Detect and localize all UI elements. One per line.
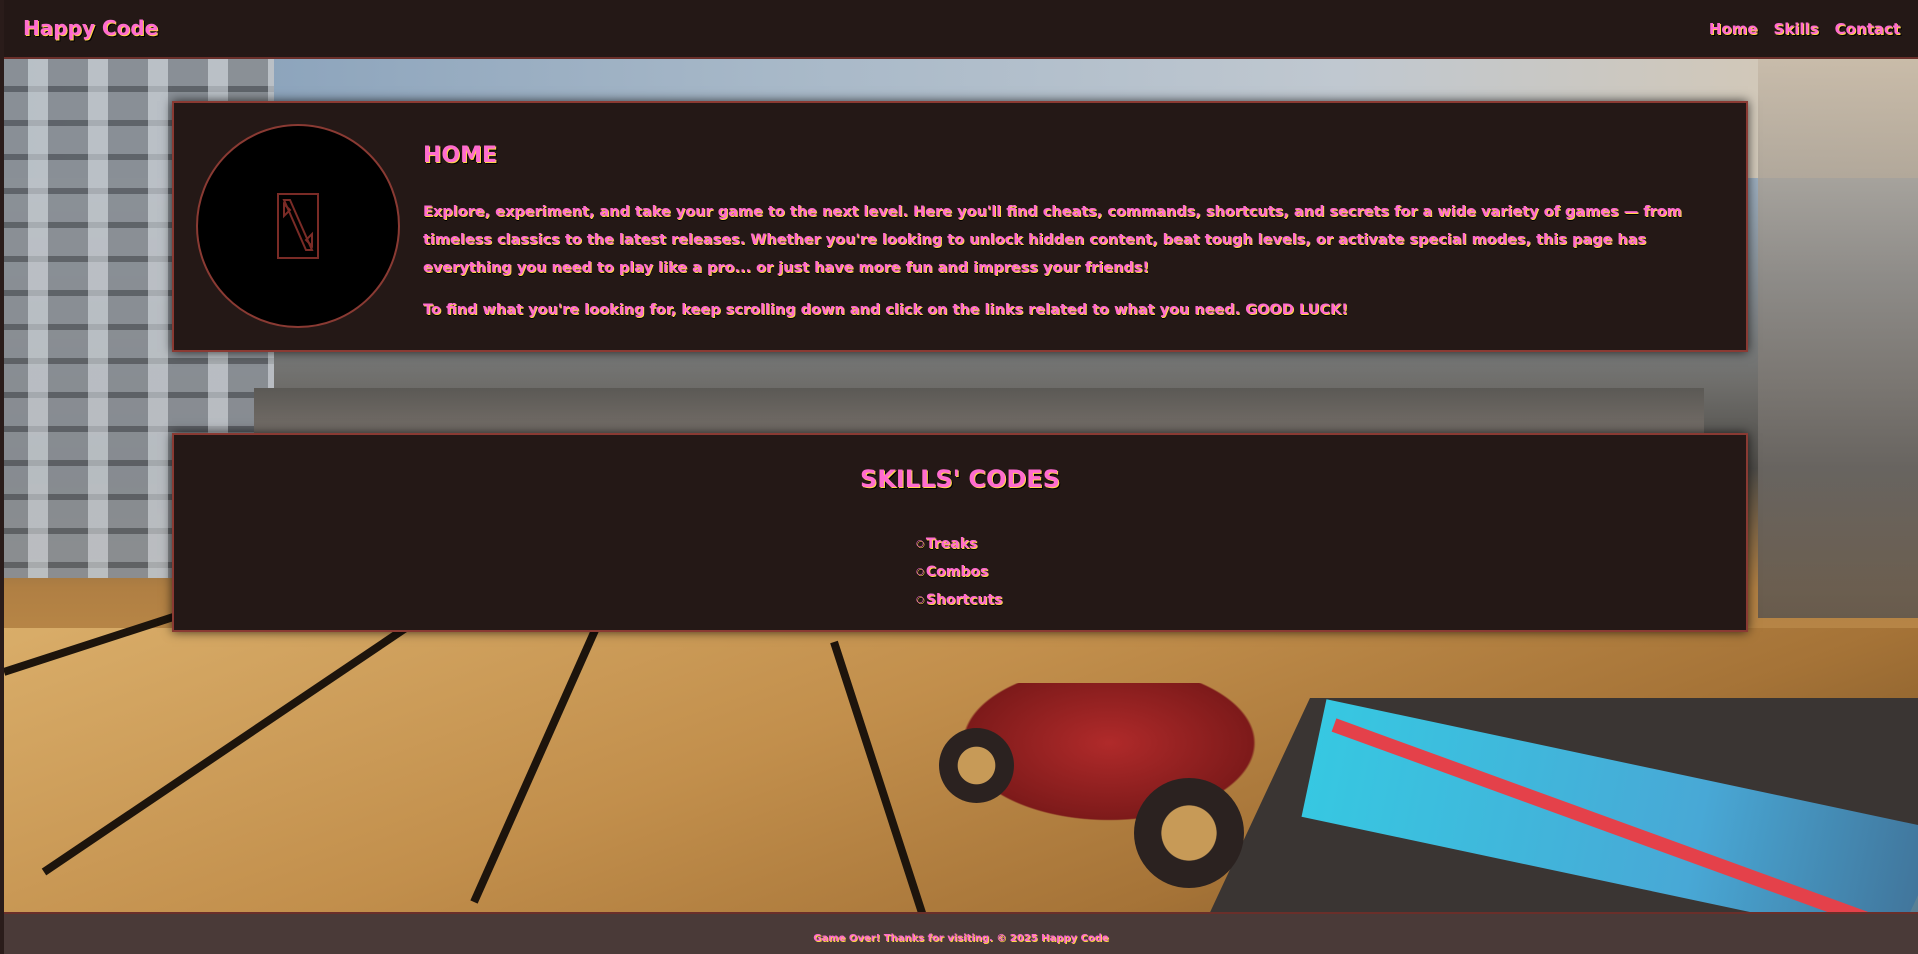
bullet-icon: ○	[916, 595, 924, 605]
bullet-icon: ○	[916, 539, 924, 549]
home-paragraph-2: To find what you're looking for, keep sc…	[423, 302, 1348, 318]
skills-link-label: Treaks	[925, 536, 978, 552]
brand-logo[interactable]: Happy Code	[23, 16, 158, 40]
skills-link-shortcuts[interactable]: ○ Shortcuts	[916, 586, 1002, 614]
building-right	[1758, 58, 1918, 618]
site-footer: Game Over! Thanks for visiting. © 2025 H…	[4, 912, 1918, 954]
site-header: Happy Code Home Skills Contact	[4, 0, 1918, 59]
nav-skills-link[interactable]: Skills	[1774, 20, 1819, 38]
floor-stripe	[470, 626, 600, 904]
nav-home-link[interactable]: Home	[1709, 20, 1758, 38]
home-description: Explore, experiment, and take your game …	[423, 198, 1723, 338]
skills-list: ○ Treaks ○ Combos ○ Shortcuts	[916, 530, 1002, 614]
skills-section: SKILLS' CODES ○ Treaks ○ Combos ○ Shortcuts	[172, 433, 1748, 632]
footer-text: Game Over! Thanks for visiting. © 2025 H…	[813, 933, 1109, 944]
skills-link-combos[interactable]: ○ Combos	[916, 558, 1002, 586]
profile-avatar	[196, 124, 400, 328]
skills-link-label: Shortcuts	[925, 592, 1003, 608]
home-title: HOME	[423, 143, 498, 168]
skills-title: SKILLS' CODES	[859, 465, 1060, 493]
dota-logo-icon	[277, 193, 319, 259]
home-paragraph-1: Explore, experiment, and take your game …	[423, 204, 1682, 276]
skills-link-label: Combos	[925, 564, 989, 580]
main-nav: Home Skills Contact	[1709, 20, 1900, 38]
skills-link-treaks[interactable]: ○ Treaks	[916, 530, 1002, 558]
car-wheel	[1134, 778, 1244, 888]
car-wheel	[939, 728, 1014, 803]
bullet-icon: ○	[916, 567, 924, 577]
nav-contact-link[interactable]: Contact	[1835, 20, 1900, 38]
floor-stripe	[830, 640, 931, 913]
home-section: HOME Explore, experiment, and take your …	[172, 101, 1748, 352]
